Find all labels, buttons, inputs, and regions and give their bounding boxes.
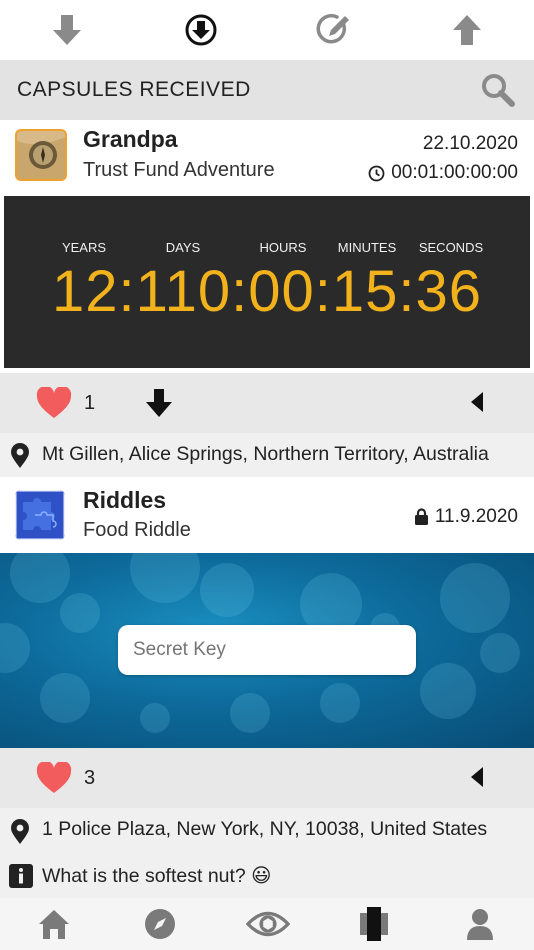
create-tab[interactable]	[311, 8, 355, 52]
capsule-thumbnail	[15, 490, 65, 540]
top-toolbar	[0, 0, 534, 60]
clock-icon	[368, 165, 385, 181]
bottom-navigation	[0, 898, 534, 950]
capsule-date: 11.9.2020	[434, 506, 518, 527]
timer-label-seconds: SECONDS	[418, 240, 484, 255]
location-row: 1 Police Plaza, New York, NY, 10038, Uni…	[0, 808, 534, 854]
search-icon	[482, 74, 515, 107]
timer-label-minutes: MINUTES	[337, 240, 397, 255]
eye-icon	[246, 911, 290, 937]
location-text: 1 Police Plaza, New York, NY, 10038, Uni…	[42, 818, 488, 840]
capsule-thumbnail	[15, 129, 67, 181]
upload-arrow-icon	[453, 15, 481, 45]
nav-explore[interactable]	[140, 906, 180, 942]
capsule-locked-date: 11.9.2020	[414, 506, 518, 528]
nav-profile[interactable]	[460, 906, 500, 942]
countdown-timer: YEARS DAYS HOURS MINUTES SECONDS 12:110:…	[4, 196, 530, 368]
hint-row: What is the softest nut? 😃	[0, 854, 534, 898]
capsule-date: 22.10.2020	[422, 133, 518, 154]
capsule-card-header[interactable]: Grandpa Trust Fund Adventure 22.10.2020 …	[0, 120, 534, 194]
profile-icon	[467, 909, 493, 940]
compass-map-image	[17, 131, 65, 179]
search-button[interactable]	[480, 72, 516, 108]
heart-icon	[36, 385, 72, 418]
info-icon	[9, 864, 33, 888]
sender-name: Riddles	[83, 487, 167, 513]
timer-label-days: DAYS	[165, 240, 201, 255]
compass-icon	[145, 909, 175, 939]
timer-label-years: YEARS	[61, 240, 107, 255]
like-count: 3	[84, 767, 96, 789]
download-tab[interactable]	[179, 8, 223, 52]
timer-label-hours: HOURS	[259, 240, 307, 255]
like-button[interactable]	[36, 385, 72, 419]
sent-tab[interactable]	[445, 8, 489, 52]
capsule-card-header[interactable]: Riddles Food Riddle 11.9.2020	[0, 478, 534, 552]
expand-button[interactable]	[470, 766, 490, 790]
page-title: CAPSULES RECEIVED	[17, 78, 251, 101]
triangle-left-icon	[471, 392, 483, 412]
location-row: Mt Gillen, Alice Springs, Northern Terri…	[0, 433, 534, 477]
download-arrow-icon	[53, 15, 81, 45]
capsule-subject: Trust Fund Adventure	[83, 159, 275, 181]
location-text: Mt Gillen, Alice Springs, Northern Terri…	[42, 443, 489, 465]
remaining-time: 00:01:00:00:00	[391, 162, 518, 183]
capsule-subject: Food Riddle	[83, 519, 191, 541]
edit-icon	[316, 13, 349, 44]
secret-key-input[interactable]	[118, 625, 416, 675]
hint-text: What is the softest nut? 😃	[42, 865, 272, 887]
capsule-action-bar: 1	[0, 373, 534, 433]
puzzle-image	[15, 490, 65, 540]
received-tab[interactable]	[45, 8, 89, 52]
nav-home[interactable]	[34, 906, 74, 942]
home-icon	[39, 910, 69, 939]
section-header: CAPSULES RECEIVED	[0, 60, 534, 120]
download-circle-icon	[185, 14, 217, 46]
capsule-icon	[360, 907, 388, 941]
capsule-action-bar: 3	[0, 748, 534, 808]
expand-button[interactable]	[470, 391, 490, 415]
nav-capsules[interactable]	[354, 906, 394, 942]
heart-icon	[36, 760, 72, 793]
locked-content-panel	[0, 553, 534, 748]
nav-ar-view[interactable]	[246, 906, 290, 942]
like-button[interactable]	[36, 760, 72, 794]
like-count: 1	[84, 392, 96, 414]
location-pin-icon	[11, 819, 29, 844]
sender-name: Grandpa	[83, 126, 178, 152]
download-button[interactable]	[144, 387, 176, 419]
lock-icon	[414, 508, 428, 525]
triangle-left-icon	[471, 767, 483, 787]
capsule-remaining: 00:01:00:00:00	[368, 162, 518, 184]
download-arrow-icon	[146, 389, 172, 417]
location-pin-icon	[11, 443, 29, 468]
timer-value: 12:110:00:15:36	[52, 259, 482, 324]
